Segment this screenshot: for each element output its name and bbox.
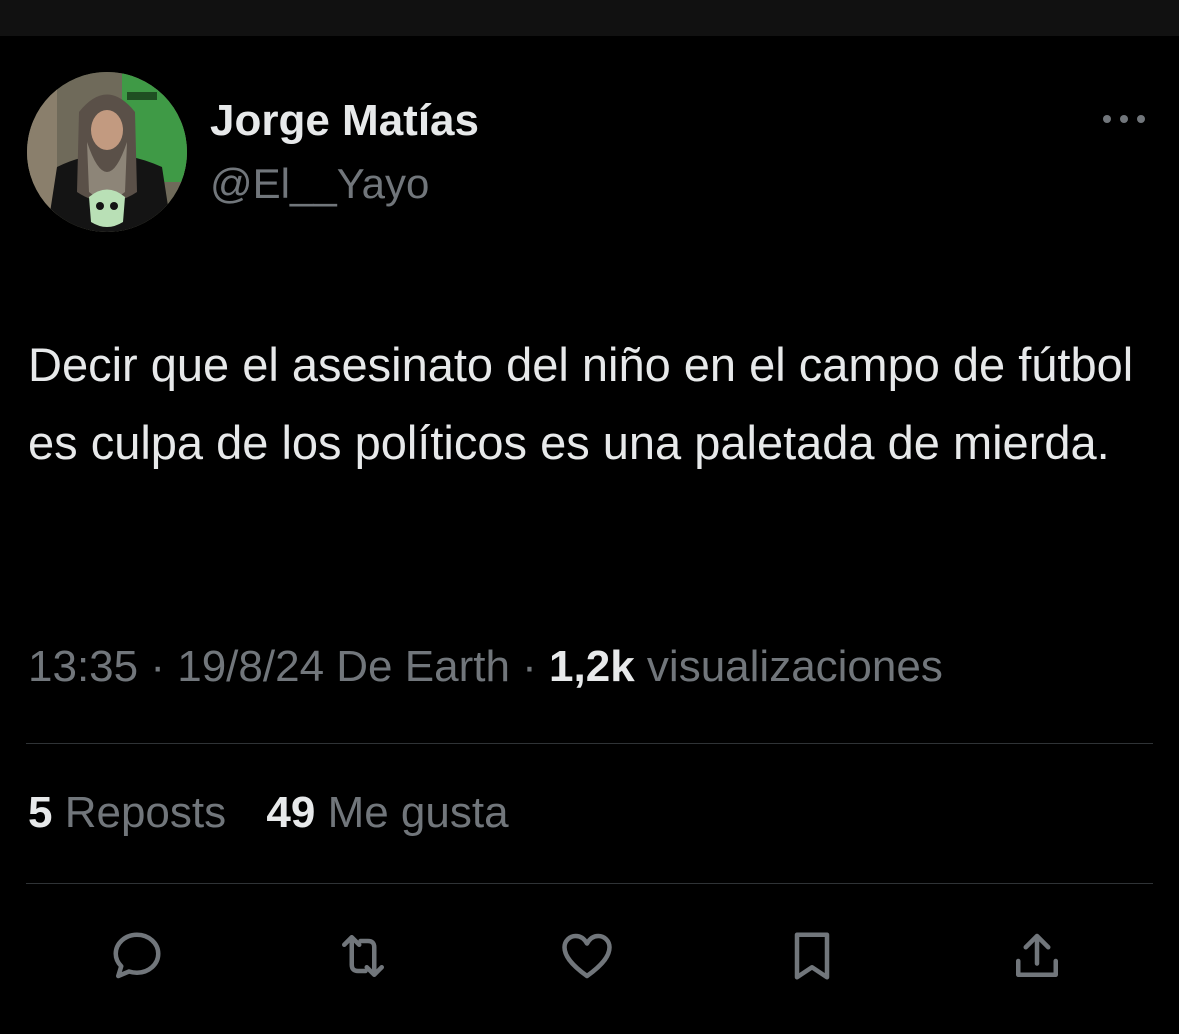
tweet-date[interactable]: 19/8/24: [177, 642, 324, 691]
status-bar-strip: [0, 0, 1179, 36]
likes-label: Me gusta: [327, 788, 509, 837]
reposts-label: Reposts: [64, 788, 227, 837]
tweet-action-bar: [0, 920, 1179, 992]
views-label: visualizaciones: [646, 642, 943, 691]
share-icon: [1016, 933, 1058, 977]
like-icon: [562, 933, 612, 979]
bookmark-icon: [794, 932, 830, 980]
reply-button[interactable]: [101, 920, 173, 992]
author-handle[interactable]: @El__Yayo: [210, 160, 429, 208]
likes-stat[interactable]: 49 Me gusta: [266, 788, 508, 838]
meta-separator: ·: [150, 642, 165, 691]
bookmark-button[interactable]: [776, 920, 848, 992]
divider: [26, 743, 1153, 744]
avatar-photo: [27, 72, 187, 232]
views-count[interactable]: 1,2k: [549, 642, 635, 691]
author-name[interactable]: Jorge Matías: [210, 96, 479, 146]
more-options-button[interactable]: [1098, 104, 1150, 134]
meta-separator: ·: [522, 642, 537, 691]
tweet-stats: 5 Reposts 49 Me gusta: [28, 788, 509, 838]
more-dots-icon: [1103, 115, 1145, 123]
reply-icon: [113, 932, 161, 979]
tweet-source: De Earth: [336, 642, 510, 691]
reposts-stat[interactable]: 5 Reposts: [28, 788, 226, 838]
reposts-count: 5: [28, 788, 53, 837]
tweet-text: Decir que el asesinato del niño en el ca…: [28, 338, 1134, 469]
like-button[interactable]: [551, 920, 623, 992]
divider: [26, 883, 1153, 884]
tweet-time[interactable]: 13:35: [28, 642, 138, 691]
share-button[interactable]: [1001, 920, 1073, 992]
repost-icon: [342, 935, 384, 977]
tweet-meta: 13:35 · 19/8/24 De Earth · 1,2k visualiz…: [28, 642, 943, 692]
repost-button[interactable]: [327, 920, 399, 992]
avatar[interactable]: [27, 72, 187, 232]
likes-count: 49: [266, 788, 316, 837]
